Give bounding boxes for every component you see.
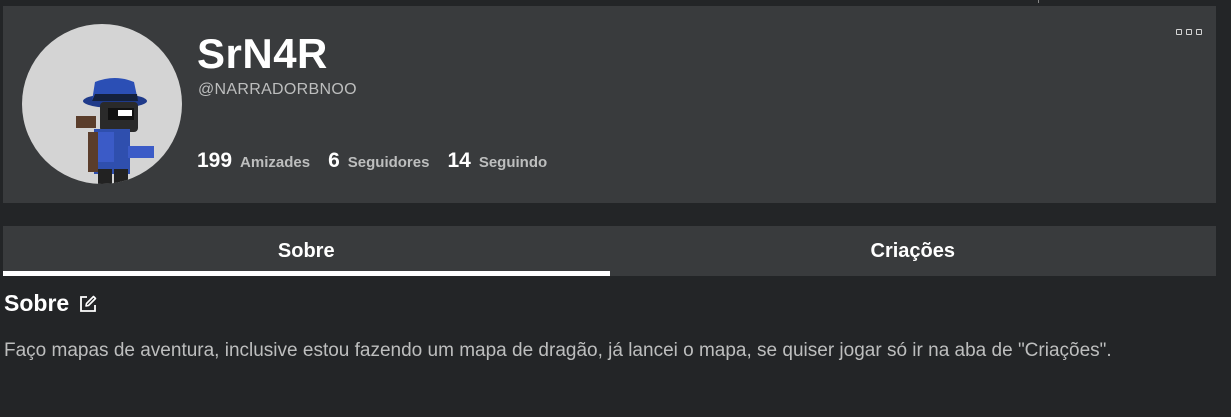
dot: [1176, 29, 1182, 35]
more-options-icon[interactable]: [1176, 26, 1202, 38]
stat-label: Seguindo: [478, 154, 548, 171]
dot: [1186, 29, 1192, 35]
about-title-text: Sobre: [4, 290, 70, 316]
stat-count: 199: [197, 149, 233, 172]
tab-creations[interactable]: Criações: [610, 226, 1217, 276]
about-section-title: Sobre: [4, 290, 98, 317]
stat-friends[interactable]: 199 Amizades: [197, 149, 310, 173]
stat-label: Seguidores: [347, 154, 430, 171]
profile-tabs: Sobre Criações: [3, 226, 1216, 276]
divider: [1038, 0, 1039, 3]
stat-following[interactable]: 14 Seguindo: [447, 149, 547, 173]
avatar[interactable]: [22, 24, 182, 184]
profile-header-card: SrN4R @NARRADORBNOO 199 Amizades 6 Segui…: [3, 6, 1216, 203]
edit-icon[interactable]: [78, 294, 98, 314]
profile-stats: 199 Amizades 6 Seguidores 14 Seguindo: [197, 149, 565, 173]
tab-about[interactable]: Sobre: [3, 226, 610, 276]
username: @NARRADORBNOO: [198, 81, 357, 98]
avatar-image: [76, 78, 154, 184]
dot: [1196, 29, 1202, 35]
user-icon: [168, 169, 182, 184]
stat-label: Amizades: [240, 154, 311, 171]
stat-followers[interactable]: 6 Seguidores: [328, 149, 429, 173]
stat-count: 6: [328, 149, 340, 172]
about-description: Faço mapas de aventura, inclusive estou …: [4, 340, 1112, 361]
display-name: SrN4R: [197, 30, 328, 77]
stat-count: 14: [447, 149, 471, 172]
profile-page: SrN4R @NARRADORBNOO 199 Amizades 6 Segui…: [0, 0, 1231, 417]
